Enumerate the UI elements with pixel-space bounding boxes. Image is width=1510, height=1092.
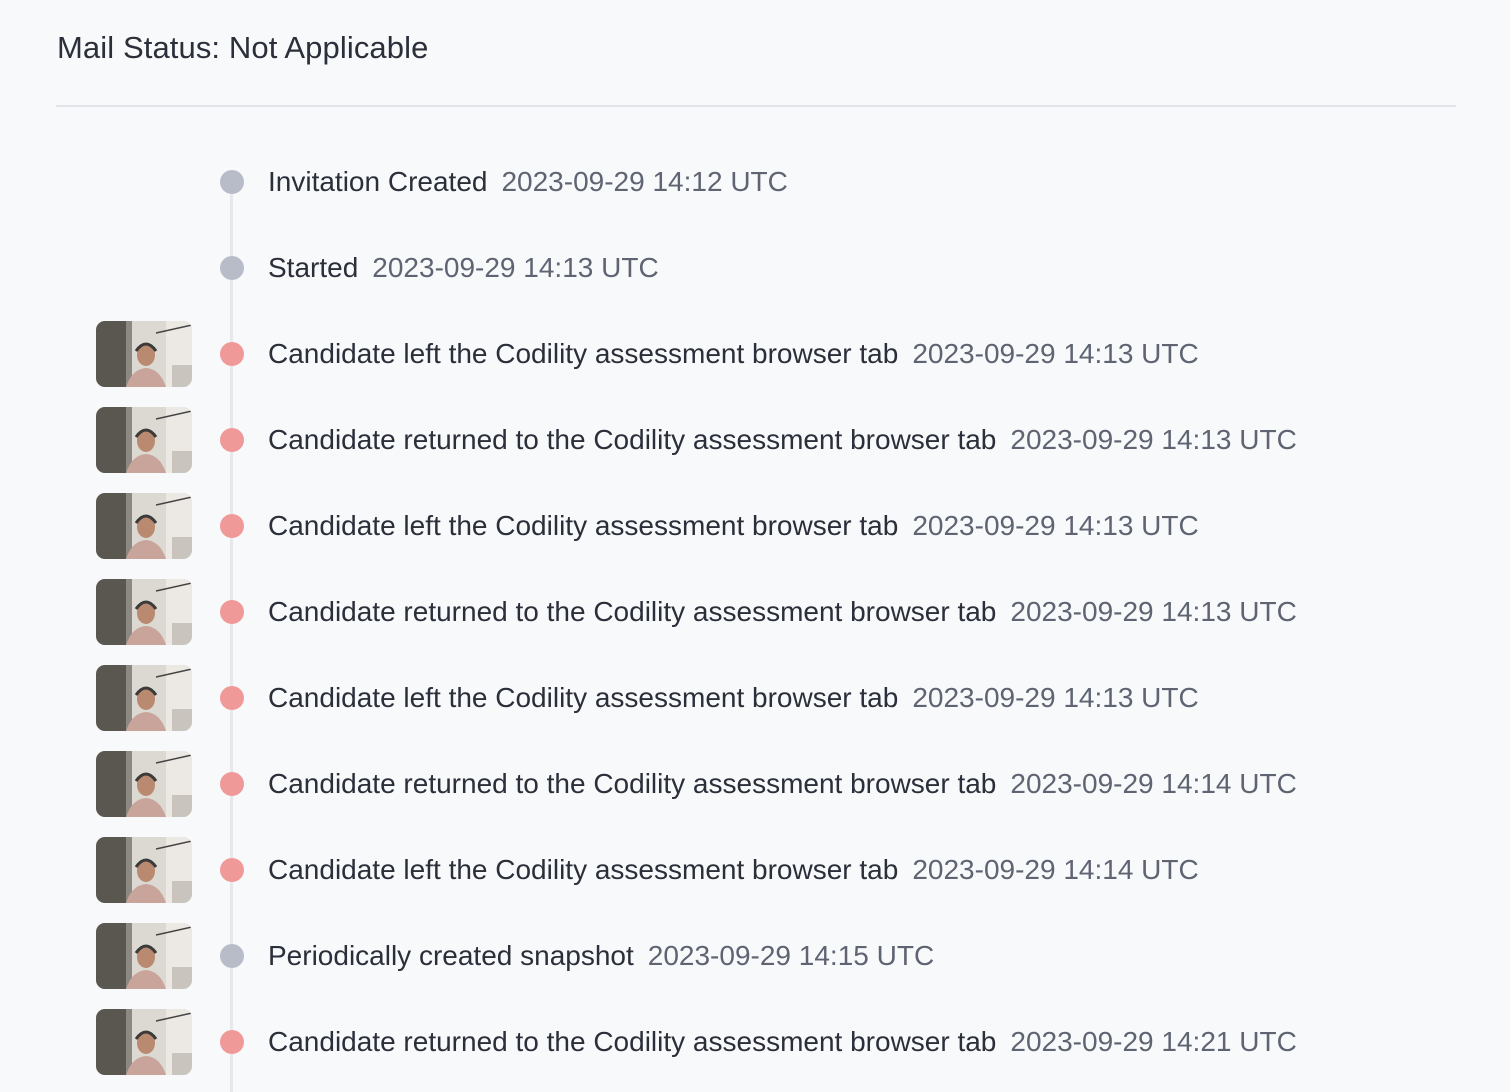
event-time: 2023-09-29 14:21 UTC [1010,1026,1297,1057]
status-dot [220,170,244,194]
mail-status-heading: Mail Status: Not Applicable [57,30,429,65]
event-title: Candidate returned to the Codility asses… [268,1026,997,1057]
event-label: Periodically created snapshot 2023-09-29 … [268,936,934,976]
timeline-page: Mail Status: Not Applicable Invitation C… [0,0,1510,1092]
event-label: Invitation Created 2023-09-29 14:12 UTC [268,162,788,202]
event-title: Candidate left the Codility assessment b… [268,338,899,369]
event-row: Candidate returned to the Codility asses… [0,751,1510,817]
event-row: Candidate returned to the Codility asses… [0,1009,1510,1075]
event-time: 2023-09-29 14:13 UTC [1010,596,1297,627]
event-time: 2023-09-29 14:15 UTC [647,940,935,971]
snapshot-image [96,1009,192,1075]
event-label: Candidate returned to the Codility asses… [268,764,1297,804]
snapshot-thumbnail[interactable] [96,837,192,903]
status-dot [220,342,244,366]
event-title: Candidate left the Codility assessment b… [268,854,899,885]
event-row: Invitation Created 2023-09-29 14:12 UTC [0,149,1510,215]
snapshot-image [96,837,192,903]
event-row: Started 2023-09-29 14:13 UTC [0,235,1510,301]
event-title: Invitation Created [268,166,488,197]
snapshot-thumbnail[interactable] [96,923,192,989]
event-title: Candidate left the Codility assessment b… [268,682,899,713]
event-row: Candidate left the Codility assessment b… [0,321,1510,387]
event-title: Started [268,252,359,283]
event-label: Started 2023-09-29 14:13 UTC [268,248,659,288]
status-dot [220,686,244,710]
status-dot [220,858,244,882]
status-dot [220,1030,244,1054]
status-dot [220,428,244,452]
snapshot-thumbnail[interactable] [96,751,192,817]
status-dot [220,600,244,624]
event-time: 2023-09-29 14:13 UTC [1010,424,1297,455]
snapshot-thumbnail[interactable] [96,493,192,559]
snapshot-image [96,493,192,559]
event-time: 2023-09-29 14:14 UTC [912,854,1199,885]
event-label: Candidate returned to the Codility asses… [268,592,1297,632]
status-dot [220,256,244,280]
event-label: Candidate left the Codility assessment b… [268,678,1199,718]
event-row: Candidate left the Codility assessment b… [0,837,1510,903]
event-time: 2023-09-29 14:13 UTC [912,682,1199,713]
status-dot [220,514,244,538]
event-time: 2023-09-29 14:12 UTC [501,166,788,197]
event-title: Candidate returned to the Codility asses… [268,768,997,799]
event-row: Candidate returned to the Codility asses… [0,407,1510,473]
status-dot [220,944,244,968]
event-title: Periodically created snapshot [268,940,634,971]
event-title: Candidate returned to the Codility asses… [268,424,997,455]
divider [56,105,1456,107]
event-title: Candidate returned to the Codility asses… [268,596,997,627]
event-time: 2023-09-29 14:13 UTC [372,252,659,283]
snapshot-image [96,923,192,989]
event-time: 2023-09-29 14:13 UTC [912,510,1199,541]
snapshot-image [96,407,192,473]
event-row: Periodically created snapshot 2023-09-29 … [0,923,1510,989]
event-label: Candidate left the Codility assessment b… [268,850,1199,890]
event-label: Candidate left the Codility assessment b… [268,506,1199,546]
snapshot-thumbnail[interactable] [96,321,192,387]
snapshot-image [96,665,192,731]
event-label: Candidate returned to the Codility asses… [268,420,1297,460]
status-dot [220,772,244,796]
event-label: Candidate returned to the Codility asses… [268,1022,1297,1062]
event-label: Candidate left the Codility assessment b… [268,334,1199,374]
event-row: Candidate returned to the Codility asses… [0,579,1510,645]
snapshot-image [96,579,192,645]
snapshot-thumbnail[interactable] [96,407,192,473]
event-time: 2023-09-29 14:13 UTC [912,338,1199,369]
event-time: 2023-09-29 14:14 UTC [1010,768,1297,799]
snapshot-thumbnail[interactable] [96,579,192,645]
snapshot-thumbnail[interactable] [96,1009,192,1075]
event-title: Candidate left the Codility assessment b… [268,510,899,541]
event-row: Candidate left the Codility assessment b… [0,493,1510,559]
snapshot-image [96,321,192,387]
event-row: Candidate left the Codility assessment b… [0,665,1510,731]
snapshot-thumbnail[interactable] [96,665,192,731]
snapshot-image [96,751,192,817]
